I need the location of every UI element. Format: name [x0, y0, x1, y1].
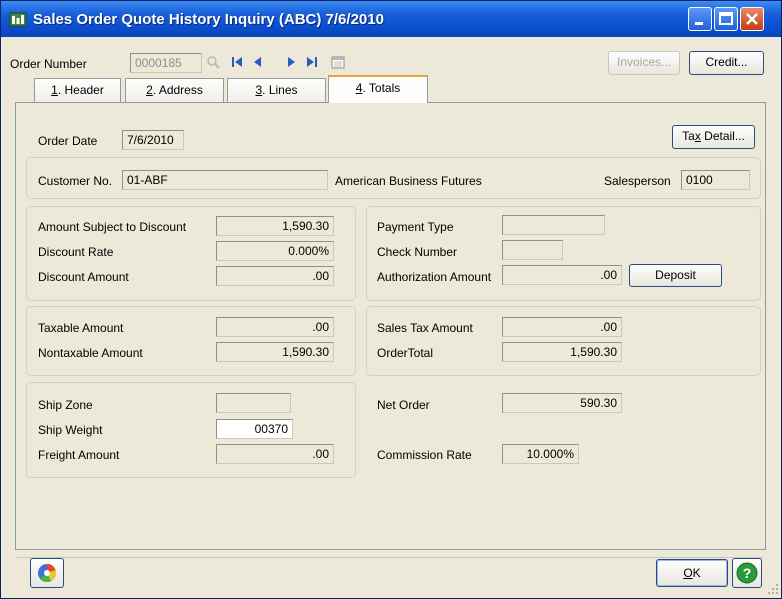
amount-subject-field[interactable]: 1,590.30: [216, 216, 334, 236]
footer-divider: [17, 557, 763, 558]
svg-text:?: ?: [743, 565, 752, 581]
freight-amount-label: Freight Amount: [38, 448, 120, 462]
ship-zone-field[interactable]: [216, 393, 291, 413]
order-total-field[interactable]: 1,590.30: [502, 342, 622, 362]
last-record-icon[interactable]: [305, 55, 319, 69]
payment-type-field[interactable]: [502, 215, 605, 235]
first-record-icon[interactable]: [230, 55, 244, 69]
salesperson-field[interactable]: 0100: [681, 170, 750, 190]
nontaxable-amount-field[interactable]: 1,590.30: [216, 342, 334, 362]
maximize-button[interactable]: [714, 7, 738, 31]
minimize-button[interactable]: [688, 7, 712, 31]
tab-address[interactable]: 2. Address: [125, 78, 224, 102]
invoices-button[interactable]: Invoices...: [608, 51, 680, 75]
authorization-amount-label: Authorization Amount: [377, 270, 492, 284]
commission-rate-field[interactable]: 10.000%: [502, 444, 579, 464]
credit-button[interactable]: Credit...: [689, 51, 764, 75]
amount-subject-label: Amount Subject to Discount: [38, 220, 187, 234]
ship-weight-label: Ship Weight: [38, 423, 103, 437]
close-button[interactable]: [740, 7, 764, 31]
resize-grip-icon[interactable]: [767, 583, 779, 595]
discount-amount-field[interactable]: .00: [216, 266, 334, 286]
discount-rate-field[interactable]: 0.000%: [216, 241, 334, 261]
deposit-button[interactable]: Deposit: [629, 264, 722, 287]
check-number-field[interactable]: [502, 240, 563, 260]
taxable-amount-field[interactable]: .00: [216, 317, 334, 337]
tab-lines-label: . Lines: [262, 83, 298, 97]
customer-no-field[interactable]: 01-ABF: [122, 170, 328, 190]
lookup-icon[interactable]: [204, 53, 224, 73]
tab-address-label: . Address: [152, 83, 203, 97]
help-icon: ?: [736, 562, 758, 584]
tax-detail-label-pre: Ta: [682, 129, 695, 143]
discount-amount-label: Discount Amount: [38, 270, 129, 284]
previous-record-icon[interactable]: [251, 55, 265, 69]
ship-zone-label: Ship Zone: [38, 398, 93, 412]
net-order-field[interactable]: 590.30: [502, 393, 622, 413]
customer-name: American Business Futures: [335, 174, 482, 188]
tab-lines[interactable]: 3. Lines: [227, 78, 326, 102]
quick-tools-button[interactable]: [30, 558, 64, 588]
tab-address-key: 2: [146, 83, 153, 97]
nontaxable-amount-label: Nontaxable Amount: [38, 346, 143, 360]
ship-weight-field[interactable]: 00370: [216, 419, 293, 439]
tab-totals-label: . Totals: [362, 81, 401, 95]
net-order-label: Net Order: [377, 398, 430, 412]
order-number-label: Order Number: [10, 57, 87, 71]
payment-type-label: Payment Type: [377, 220, 454, 234]
taxable-amount-label: Taxable Amount: [38, 321, 124, 335]
ok-key: O: [683, 566, 693, 580]
minimize-icon: [695, 22, 703, 25]
sales-tax-amount-field[interactable]: .00: [502, 317, 622, 337]
maximize-icon: [719, 12, 733, 25]
tax-detail-label-post: Detail...: [700, 129, 745, 143]
order-date-field[interactable]: 7/6/2010: [122, 130, 184, 150]
next-record-icon[interactable]: [284, 55, 298, 69]
window: Sales Order Quote History Inquiry (ABC) …: [0, 0, 782, 599]
order-number-field[interactable]: 0000185: [130, 53, 202, 73]
color-wheel-icon: [38, 564, 56, 583]
check-number-label: Check Number: [377, 245, 458, 259]
discount-rate-label: Discount Rate: [38, 245, 114, 259]
ok-button[interactable]: OK: [656, 559, 728, 587]
ok-label: K: [692, 566, 701, 580]
freight-amount-field[interactable]: .00: [216, 444, 334, 464]
salesperson-label: Salesperson: [604, 174, 671, 188]
tax-detail-button[interactable]: Tax Detail...: [672, 125, 755, 149]
sales-tax-amount-label: Sales Tax Amount: [377, 321, 473, 335]
tab-header-label: . Header: [57, 83, 104, 97]
window-title: Sales Order Quote History Inquiry (ABC) …: [33, 11, 384, 28]
tab-header-key: 1: [51, 83, 58, 97]
tab-header[interactable]: 1. Header: [34, 78, 121, 102]
commission-rate-label: Commission Rate: [377, 448, 472, 462]
title-bar[interactable]: Sales Order Quote History Inquiry (ABC) …: [1, 1, 781, 37]
calendar-icon[interactable]: [330, 54, 346, 70]
close-icon: [746, 13, 758, 25]
app-icon: [9, 12, 27, 27]
customer-no-label: Customer No.: [38, 174, 113, 188]
authorization-amount-field[interactable]: .00: [502, 265, 622, 285]
order-date-label: Order Date: [38, 134, 98, 148]
order-total-label: OrderTotal: [377, 346, 434, 360]
tab-totals[interactable]: 4. Totals: [328, 75, 428, 103]
help-button[interactable]: ?: [732, 558, 762, 588]
